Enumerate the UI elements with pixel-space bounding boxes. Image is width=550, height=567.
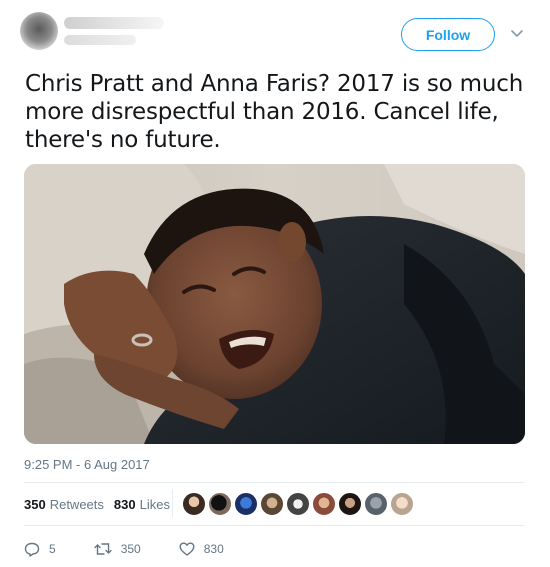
liker-avatar[interactable]	[234, 492, 258, 516]
avatar[interactable]	[20, 12, 58, 50]
reply-button[interactable]: 5	[24, 542, 56, 557]
divider	[24, 482, 525, 483]
likes-count: 830	[113, 496, 136, 512]
liker-avatar[interactable]	[208, 492, 232, 516]
tweet-timestamp[interactable]: 9:25 PM - 6 Aug 2017	[24, 457, 150, 472]
tweet-media-image[interactable]	[24, 164, 525, 444]
retweet-icon	[93, 543, 112, 555]
liker-avatars	[182, 492, 416, 516]
follow-button[interactable]: Follow	[401, 18, 495, 51]
like-count: 830	[203, 542, 224, 556]
reply-icon	[24, 542, 40, 557]
likes-label: Likes	[139, 496, 170, 512]
liker-avatar[interactable]	[260, 492, 284, 516]
crying-man-photo	[24, 164, 525, 444]
blurred-user-info[interactable]	[20, 8, 168, 54]
chevron-down-icon[interactable]	[507, 24, 527, 44]
tweet-text: Chris Pratt and Anna Faris? 2017 is so m…	[25, 71, 524, 153]
blurred-display-name	[64, 17, 164, 29]
liker-avatar[interactable]	[312, 492, 336, 516]
retweets-label: Retweets	[49, 496, 104, 512]
blurred-username	[64, 35, 136, 45]
retweets-count: 350	[24, 496, 46, 512]
tweet-header: Follow	[0, 0, 550, 64]
stats-separator	[172, 489, 173, 517]
liker-avatar[interactable]	[338, 492, 362, 516]
reply-count: 5	[49, 542, 56, 556]
liker-avatar[interactable]	[364, 492, 388, 516]
like-button[interactable]: 830	[179, 542, 224, 556]
retweets-stat[interactable]: 350 Retweets	[24, 497, 104, 512]
tweet-actions: 5 350 830	[24, 539, 262, 559]
tweet-stats: 350 Retweets 830 Likes	[24, 490, 180, 518]
retweet-count: 350	[120, 542, 141, 556]
liker-avatar[interactable]	[286, 492, 310, 516]
liker-avatar[interactable]	[182, 492, 206, 516]
retweet-button[interactable]: 350	[93, 542, 141, 556]
divider	[24, 525, 525, 526]
heart-icon	[179, 542, 195, 556]
likes-stat[interactable]: 830 Likes	[114, 497, 170, 512]
liker-avatar[interactable]	[390, 492, 414, 516]
